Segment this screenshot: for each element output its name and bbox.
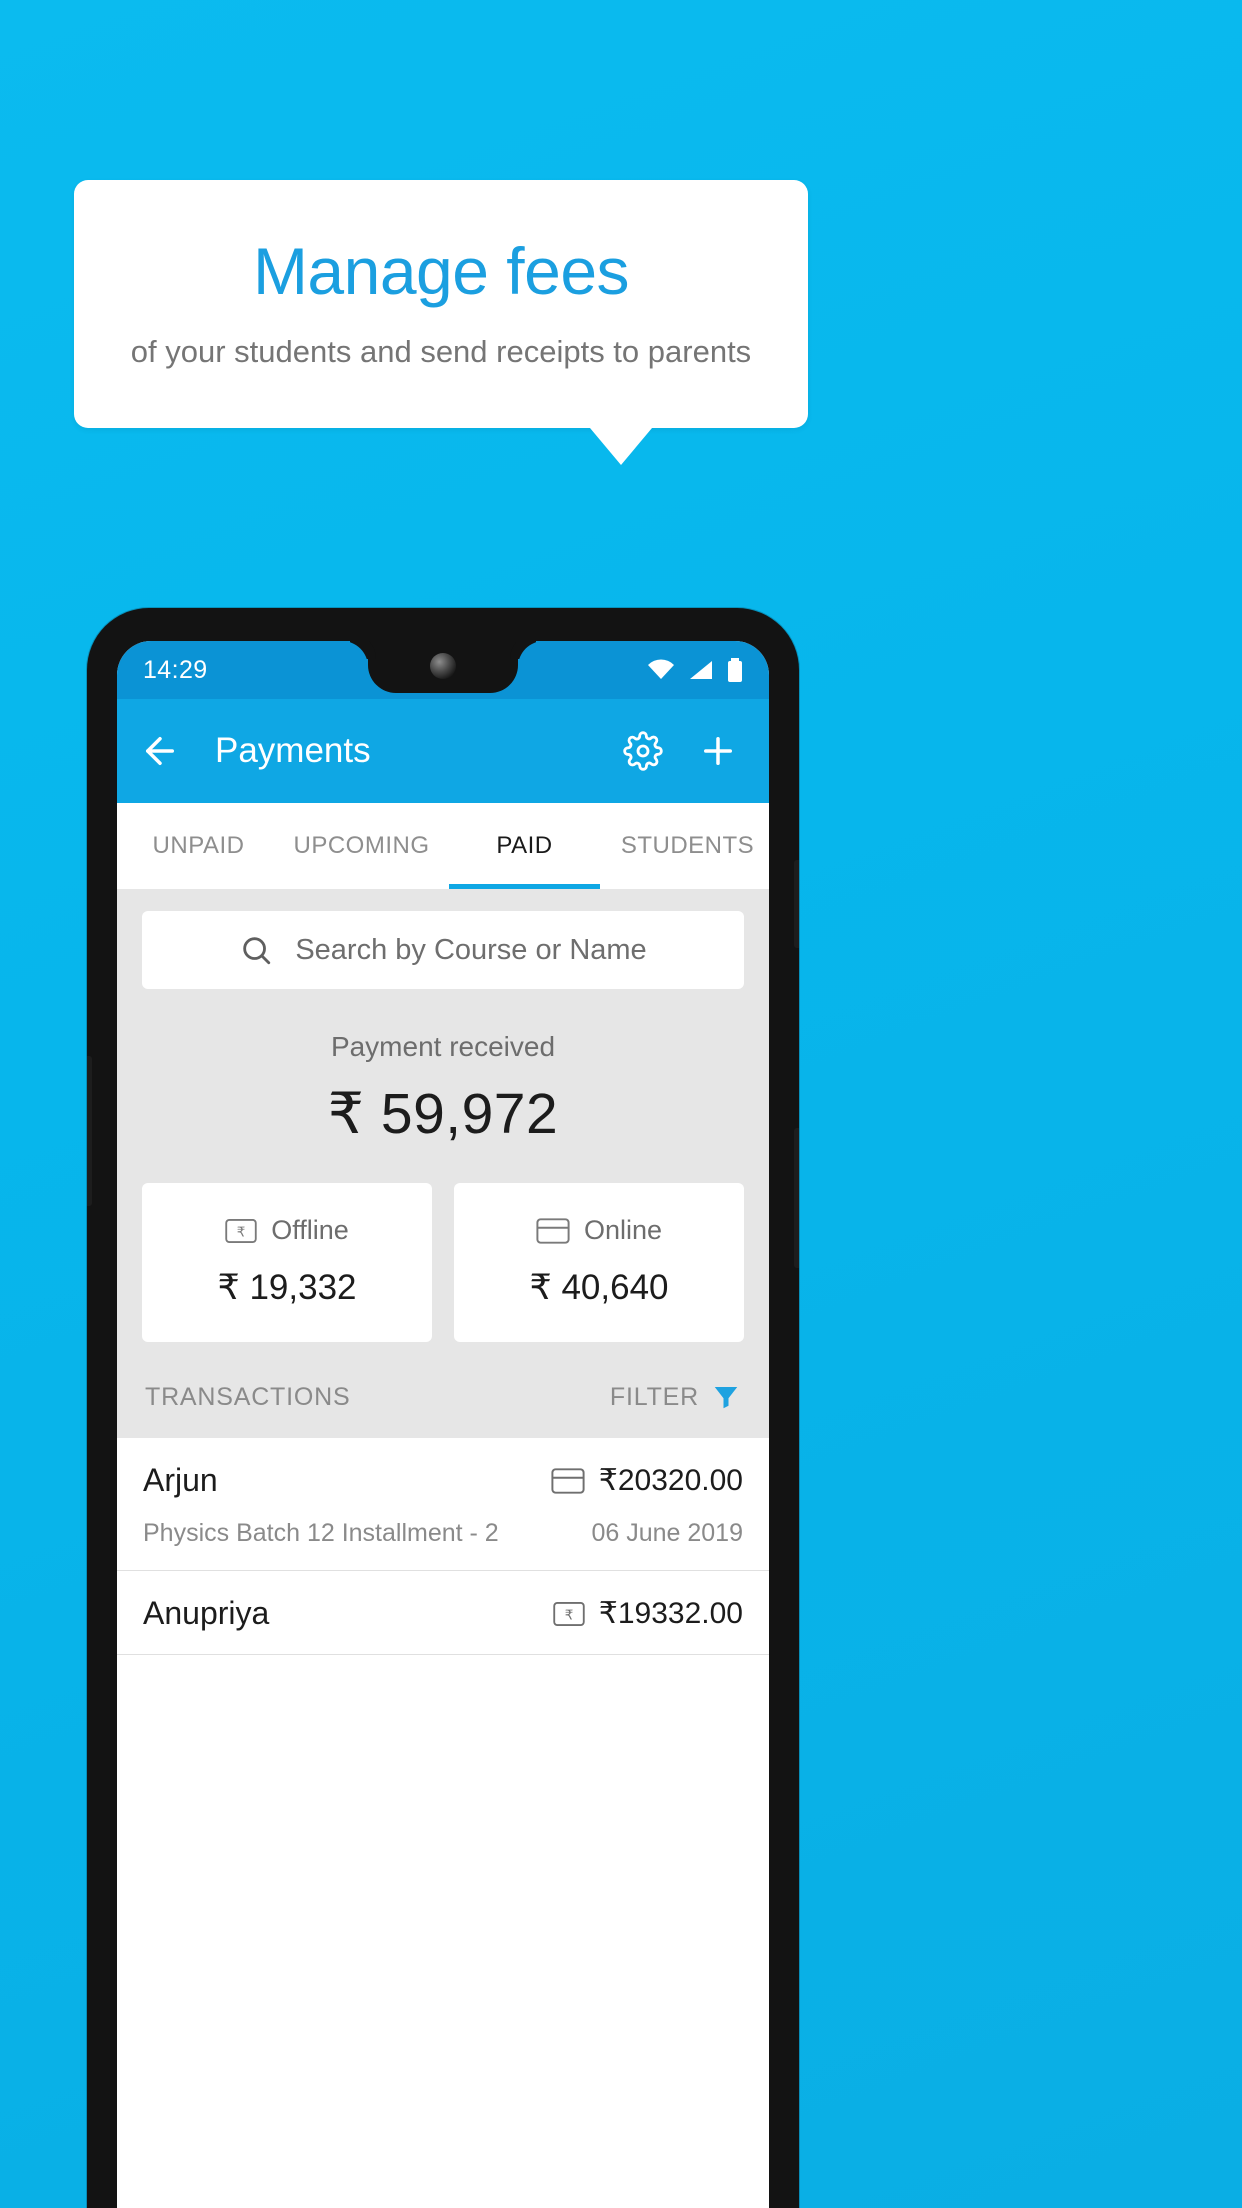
promo-title: Manage fees [252, 234, 630, 308]
online-label: Online [583, 1215, 663, 1245]
callout-pointer [590, 428, 652, 465]
search-icon [239, 933, 273, 967]
phone-mockup: 14:29 Payments UNPAID UPCOMING PAID STUD… [87, 608, 799, 2208]
gear-icon[interactable] [623, 731, 663, 771]
phone-power-button [794, 860, 799, 948]
phone-screen: 14:29 Payments UNPAID UPCOMING PAID STUD… [117, 641, 769, 2208]
phone-side-button [87, 1056, 92, 1206]
phone-volume-button [794, 1128, 799, 1268]
app-bar: Payments [117, 699, 769, 803]
tab-students[interactable]: STUDENTS [606, 803, 769, 889]
status-icons [647, 658, 743, 682]
tab-unpaid[interactable]: UNPAID [117, 803, 280, 889]
transaction-name: Arjun [143, 1462, 218, 1498]
summary-amount: ₹ 59,972 [327, 1082, 559, 1146]
table-row[interactable]: Arjun ₹20320.00 Physics Batch 12 Install… [117, 1438, 769, 1571]
battery-icon [727, 658, 743, 682]
screen-content: Search by Course or Name Payment receive… [117, 889, 769, 1655]
status-time: 14:29 [143, 655, 208, 684]
transaction-amount: ₹20320.00 [598, 1464, 743, 1497]
tab-bar: UNPAID UPCOMING PAID STUDENTS [117, 803, 769, 889]
transaction-name: Anupriya [143, 1595, 270, 1631]
svg-text:₹: ₹ [564, 1607, 573, 1622]
status-bar: 14:29 [117, 641, 769, 699]
search-placeholder: Search by Course or Name [295, 933, 647, 966]
tab-paid[interactable]: PAID [443, 803, 606, 889]
offline-card[interactable]: ₹ Offline ₹ 19,332 [142, 1183, 432, 1342]
rupee-note-icon: ₹ [225, 1218, 257, 1244]
promo-callout: Manage fees of your students and send re… [74, 180, 808, 428]
payment-summary: Payment received ₹ 59,972 [117, 989, 769, 1147]
funnel-icon [711, 1382, 741, 1412]
transaction-date: 06 June 2019 [591, 1519, 743, 1547]
offline-label: Offline [271, 1215, 349, 1245]
wifi-icon [647, 659, 675, 681]
front-camera [430, 653, 456, 679]
credit-card-icon [551, 1467, 585, 1494]
svg-text:₹: ₹ [237, 1224, 246, 1239]
online-amount: ₹ 40,640 [529, 1268, 669, 1307]
search-input[interactable]: Search by Course or Name [142, 911, 744, 989]
signal-icon [688, 659, 714, 681]
credit-card-icon [536, 1217, 570, 1244]
transactions-list: Arjun ₹20320.00 Physics Batch 12 Install… [117, 1438, 769, 1655]
tab-upcoming[interactable]: UPCOMING [280, 803, 443, 889]
online-card[interactable]: Online ₹ 40,640 [454, 1183, 744, 1342]
transactions-header: TRANSACTIONS FILTER [117, 1342, 769, 1438]
arrow-left-icon[interactable] [139, 730, 181, 772]
offline-amount: ₹ 19,332 [217, 1268, 357, 1307]
page-title: Payments [215, 731, 371, 770]
summary-breakdown: ₹ Offline ₹ 19,332 Online ₹ 40,640 [117, 1147, 769, 1342]
transaction-description: Physics Batch 12 Installment - 2 [143, 1519, 499, 1547]
rupee-note-icon: ₹ [553, 1601, 585, 1627]
promo-subtitle: of your students and send receipts to pa… [130, 334, 752, 369]
summary-label: Payment received [330, 1031, 556, 1062]
table-row[interactable]: Anupriya ₹ ₹19332.00 [117, 1571, 769, 1655]
filter-button[interactable]: FILTER [610, 1382, 741, 1412]
transaction-amount: ₹19332.00 [598, 1597, 743, 1630]
transactions-label: TRANSACTIONS [145, 1382, 351, 1411]
plus-icon[interactable] [697, 730, 739, 772]
filter-label: FILTER [609, 1382, 699, 1411]
